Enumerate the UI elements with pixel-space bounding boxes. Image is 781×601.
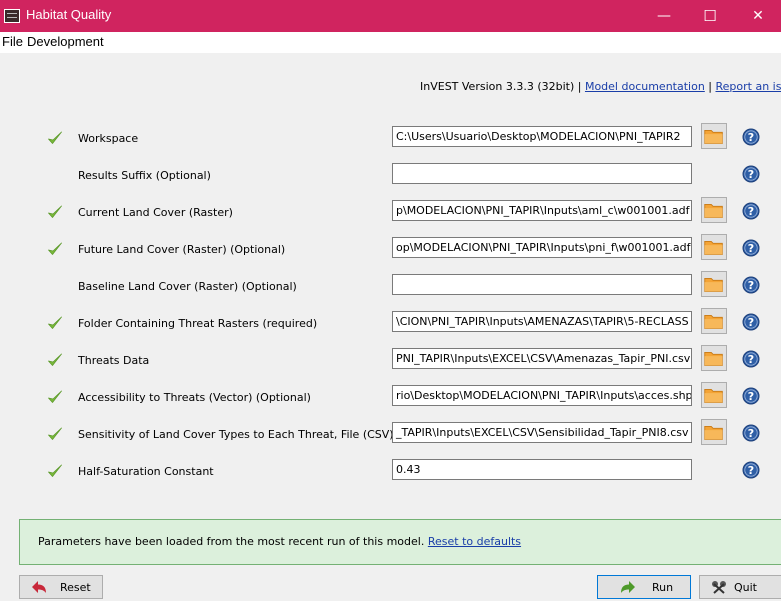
parameter-label: Folder Containing Threat Rasters (requir…	[78, 317, 318, 330]
parameter-input[interactable]: p\MODELACION\PNI_TAPIR\Inputs\aml_c\w001…	[392, 200, 692, 221]
parameter-row: Threats Data PNI_TAPIR\Inputs\EXCEL\CSV\A…	[0, 343, 781, 379]
parameter-input[interactable]: _TAPIR\Inputs\EXCEL\CSV\Sensibilidad_Tap…	[392, 422, 692, 443]
version-text: InVEST Version 3.3.3 (32bit) |	[420, 80, 585, 93]
parameter-label: Threats Data	[78, 354, 150, 367]
help-icon[interactable]: ?	[742, 313, 760, 331]
valid-check-icon	[47, 426, 63, 442]
help-icon[interactable]: ?	[742, 128, 760, 146]
svg-text:?: ?	[748, 168, 754, 181]
help-icon[interactable]: ?	[742, 461, 760, 479]
parameter-row: Half-Saturation Constant 0.43?	[0, 454, 781, 490]
parameter-row: Accessibility to Threats (Vector) (Optio…	[0, 380, 781, 416]
link-separator: |	[704, 80, 716, 93]
parameter-label: Future Land Cover (Raster) (Optional)	[78, 243, 286, 256]
model-documentation-link[interactable]: Model documentation	[585, 80, 705, 93]
parameter-input[interactable]	[392, 274, 692, 295]
maximize-button[interactable]: ☐	[687, 0, 733, 32]
browse-folder-button[interactable]	[701, 123, 727, 149]
svg-text:?: ?	[748, 464, 754, 477]
browse-folder-button[interactable]	[701, 234, 727, 260]
parameter-input[interactable]: op\MODELACION\PNI_TAPIR\Inputs\pni_f\w00…	[392, 237, 692, 258]
help-icon[interactable]: ?	[742, 239, 760, 257]
valid-check-icon	[47, 463, 63, 479]
menu-bar: File Development	[0, 32, 781, 53]
parameter-label: Accessibility to Threats (Vector) (Optio…	[78, 391, 311, 404]
parameter-label: Baseline Land Cover (Raster) (Optional)	[78, 280, 297, 293]
reset-button[interactable]: Reset	[19, 575, 103, 599]
help-icon[interactable]: ?	[742, 387, 760, 405]
parameter-input[interactable]: C:\Users\Usuario\Desktop\MODELACION\PNI_…	[392, 126, 692, 147]
browse-folder-button[interactable]	[701, 419, 727, 445]
valid-check-icon	[47, 315, 63, 331]
parameter-row: Results Suffix (Optional)?	[0, 158, 781, 194]
reset-arrow-icon	[32, 581, 46, 593]
version-line: InVEST Version 3.3.3 (32bit) | Model doc…	[420, 80, 781, 93]
parameter-input[interactable]	[392, 163, 692, 184]
quit-label: Quit	[734, 581, 757, 594]
reset-label: Reset	[60, 581, 91, 594]
menu-development[interactable]: Development	[27, 34, 104, 49]
parameter-input[interactable]: PNI_TAPIR\Inputs\EXCEL\CSV\Amenazas_Tapi…	[392, 348, 692, 369]
help-icon[interactable]: ?	[742, 350, 760, 368]
notice-panel: Parameters have been loaded from the mos…	[19, 519, 781, 565]
notice-message: Parameters have been loaded from the mos…	[38, 535, 521, 548]
parameter-row: Sensitivity of Land Cover Types to Each …	[0, 417, 781, 453]
run-arrow-icon	[621, 581, 635, 593]
browse-folder-button[interactable]	[701, 308, 727, 334]
valid-check-icon	[47, 352, 63, 368]
help-icon[interactable]: ?	[742, 424, 760, 442]
report-issue-link[interactable]: Report an issue	[716, 80, 781, 93]
parameter-label: Sensitivity of Land Cover Types to Each …	[78, 428, 394, 441]
svg-text:?: ?	[748, 279, 754, 292]
parameter-input[interactable]: rio\Desktop\MODELACION\PNI_TAPIR\Inputs\…	[392, 385, 692, 406]
svg-text:?: ?	[748, 427, 754, 440]
valid-check-icon	[47, 241, 63, 257]
menu-file[interactable]: File	[2, 34, 23, 49]
parameter-row: Current Land Cover (Raster) p\MODELACION\…	[0, 195, 781, 231]
quit-button[interactable]: Quit	[699, 575, 781, 599]
parameter-label: Half-Saturation Constant	[78, 465, 214, 478]
svg-text:?: ?	[748, 131, 754, 144]
parameter-row: Workspace C:\Users\Usuario\Desktop\MODELA…	[0, 121, 781, 157]
parameter-label: Workspace	[78, 132, 139, 145]
parameter-row: Baseline Land Cover (Raster) (Optional)?	[0, 269, 781, 305]
svg-text:?: ?	[748, 353, 754, 366]
close-button[interactable]: ✕	[735, 0, 781, 32]
notice-text: Parameters have been loaded from the mos…	[38, 535, 428, 548]
quit-icon	[712, 581, 726, 594]
help-icon[interactable]: ?	[742, 276, 760, 294]
valid-check-icon	[47, 389, 63, 405]
parameter-row: Future Land Cover (Raster) (Optional) op\…	[0, 232, 781, 268]
svg-text:?: ?	[748, 242, 754, 255]
help-icon[interactable]: ?	[742, 165, 760, 183]
parameter-label: Current Land Cover (Raster)	[78, 206, 233, 219]
run-button[interactable]: Run	[597, 575, 691, 599]
minimize-button[interactable]: —	[641, 0, 687, 32]
svg-text:?: ?	[748, 316, 754, 329]
svg-text:?: ?	[748, 390, 754, 403]
browse-folder-button[interactable]	[701, 345, 727, 371]
app-icon	[4, 9, 20, 23]
run-label: Run	[652, 581, 674, 594]
browse-folder-button[interactable]	[701, 197, 727, 223]
browse-folder-button[interactable]	[701, 271, 727, 297]
window-title: Habitat Quality	[26, 7, 112, 22]
valid-check-icon	[47, 204, 63, 220]
parameter-row: Folder Containing Threat Rasters (requir…	[0, 306, 781, 342]
title-bar[interactable]: Habitat Quality — ☐ ✕	[0, 0, 781, 32]
parameter-label: Results Suffix (Optional)	[78, 169, 211, 182]
parameter-input[interactable]: \CION\PNI_TAPIR\Inputs\AMENAZAS\TAPIR\5-…	[392, 311, 692, 332]
svg-text:?: ?	[748, 205, 754, 218]
browse-folder-button[interactable]	[701, 382, 727, 408]
valid-check-icon	[47, 130, 63, 146]
parameter-input[interactable]: 0.43	[392, 459, 692, 480]
help-icon[interactable]: ?	[742, 202, 760, 220]
reset-defaults-link[interactable]: Reset to defaults	[428, 535, 521, 548]
